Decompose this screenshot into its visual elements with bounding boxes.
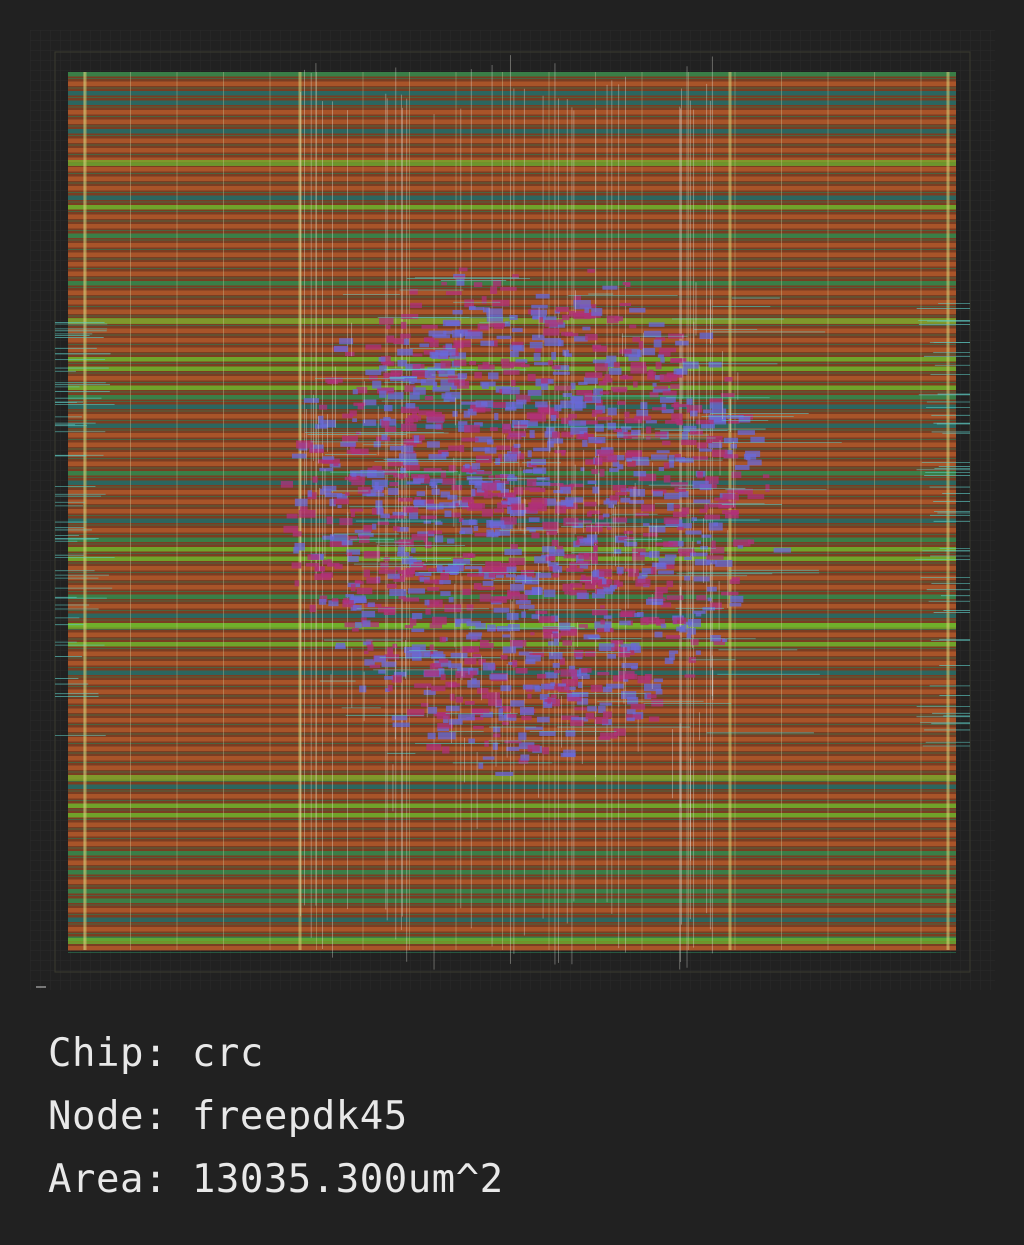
chip-layout-view bbox=[30, 30, 995, 990]
chip-name-label: Chip: crc bbox=[48, 1031, 264, 1076]
chip-info-panel: Chip: crc Node: freepdk45 Area: 13035.30… bbox=[48, 1022, 988, 1211]
chip-area-label: Area: 13035.300um^2 bbox=[48, 1157, 504, 1202]
technology-node-label: Node: freepdk45 bbox=[48, 1094, 408, 1139]
